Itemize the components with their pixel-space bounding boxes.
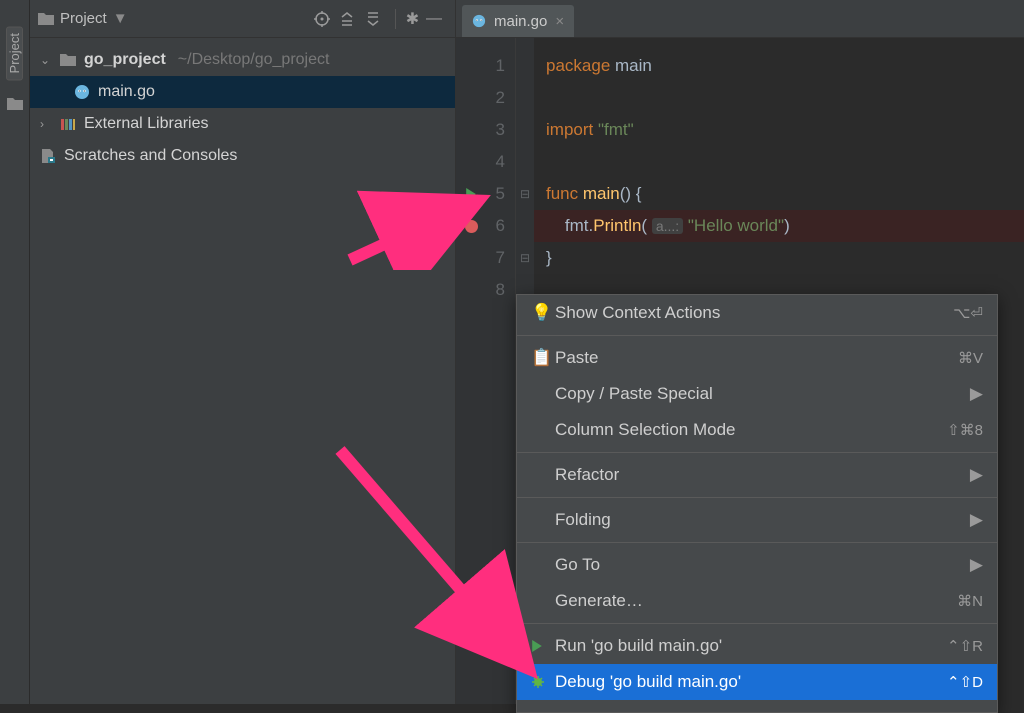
file-name: main.go xyxy=(98,83,155,101)
submenu-arrow-icon: ▶ xyxy=(970,555,983,575)
project-title[interactable]: Project xyxy=(60,10,107,27)
run-icon xyxy=(531,640,555,652)
library-icon xyxy=(60,117,78,131)
line-numbers: 1 2 3 4 5 6 7 8 xyxy=(486,38,516,704)
menu-generate[interactable]: Generate… ⌘N xyxy=(517,583,997,619)
fold-end-icon[interactable]: ⊟ xyxy=(516,242,534,274)
tree-scratches[interactable]: Scratches and Consoles xyxy=(30,140,455,172)
project-folder-icon xyxy=(38,12,54,26)
project-tool-tab[interactable]: Project xyxy=(6,26,23,80)
menu-separator xyxy=(517,623,997,624)
project-path: ~/Desktop/go_project xyxy=(178,51,330,69)
submenu-arrow-icon: ▶ xyxy=(970,465,983,485)
param-hint: a...: xyxy=(652,218,683,234)
project-panel: Project ▼ ✱ — ⌄ go_project ~/Desktop/go_… xyxy=(30,0,456,704)
run-gutter-icon[interactable] xyxy=(456,178,486,210)
tree-file-main[interactable]: main.go xyxy=(30,76,455,108)
menu-debug[interactable]: Debug 'go build main.go' ⌃⇧D xyxy=(517,664,997,700)
debug-icon xyxy=(531,675,555,689)
editor-tabbar: main.go × xyxy=(456,0,1024,38)
submenu-arrow-icon: ▶ xyxy=(970,384,983,404)
minimize-icon[interactable]: — xyxy=(421,10,447,28)
fold-icon[interactable]: ⊟ xyxy=(516,178,534,210)
folder-icon xyxy=(60,53,78,67)
menu-column-mode[interactable]: Column Selection Mode ⇧⌘8 xyxy=(517,412,997,448)
menu-context-actions[interactable]: 💡 Show Context Actions ⌥⏎ xyxy=(517,295,997,331)
go-file-icon xyxy=(472,14,486,28)
dropdown-icon[interactable]: ▼ xyxy=(113,10,128,27)
scratch-label: Scratches and Consoles xyxy=(64,147,237,165)
menu-separator xyxy=(517,542,997,543)
close-icon[interactable]: × xyxy=(555,13,564,30)
breakpoint-icon[interactable] xyxy=(456,210,486,242)
context-menu: 💡 Show Context Actions ⌥⏎ 📋 Paste ⌘V Cop… xyxy=(516,294,998,713)
project-tree: ⌄ go_project ~/Desktop/go_project main.g… xyxy=(30,38,455,178)
gear-icon[interactable]: ✱ xyxy=(395,9,421,29)
submenu-arrow-icon: ▶ xyxy=(970,510,983,530)
ext-libs-label: External Libraries xyxy=(84,115,209,133)
tool-window-bar: Project xyxy=(0,0,30,704)
menu-paste-special[interactable]: Copy / Paste Special ▶ xyxy=(517,376,997,412)
expand-all-icon[interactable] xyxy=(339,11,365,27)
menu-goto[interactable]: Go To ▶ xyxy=(517,547,997,583)
menu-paste[interactable]: 📋 Paste ⌘V xyxy=(517,340,997,376)
menu-run[interactable]: Run 'go build main.go' ⌃⇧R xyxy=(517,628,997,664)
menu-refactor[interactable]: Refactor ▶ xyxy=(517,457,997,493)
go-file-icon xyxy=(74,84,92,100)
project-name: go_project xyxy=(84,51,166,69)
chevron-down-icon[interactable]: ⌄ xyxy=(40,53,54,67)
menu-folding[interactable]: Folding ▶ xyxy=(517,502,997,538)
scratch-icon xyxy=(40,148,58,164)
collapse-all-icon[interactable] xyxy=(365,11,391,27)
menu-separator xyxy=(517,452,997,453)
project-header: Project ▼ ✱ — xyxy=(30,0,455,38)
editor-tab-main[interactable]: main.go × xyxy=(462,5,574,37)
tab-name: main.go xyxy=(494,13,547,30)
menu-separator xyxy=(517,335,997,336)
tree-root[interactable]: ⌄ go_project ~/Desktop/go_project xyxy=(30,44,455,76)
project-folder-icon[interactable] xyxy=(6,96,24,112)
tree-external-libs[interactable]: › External Libraries xyxy=(30,108,455,140)
locate-icon[interactable] xyxy=(313,10,339,28)
clipboard-icon: 📋 xyxy=(531,348,555,368)
bulb-icon: 💡 xyxy=(531,303,555,323)
menu-separator xyxy=(517,497,997,498)
chevron-right-icon[interactable]: › xyxy=(40,117,54,131)
